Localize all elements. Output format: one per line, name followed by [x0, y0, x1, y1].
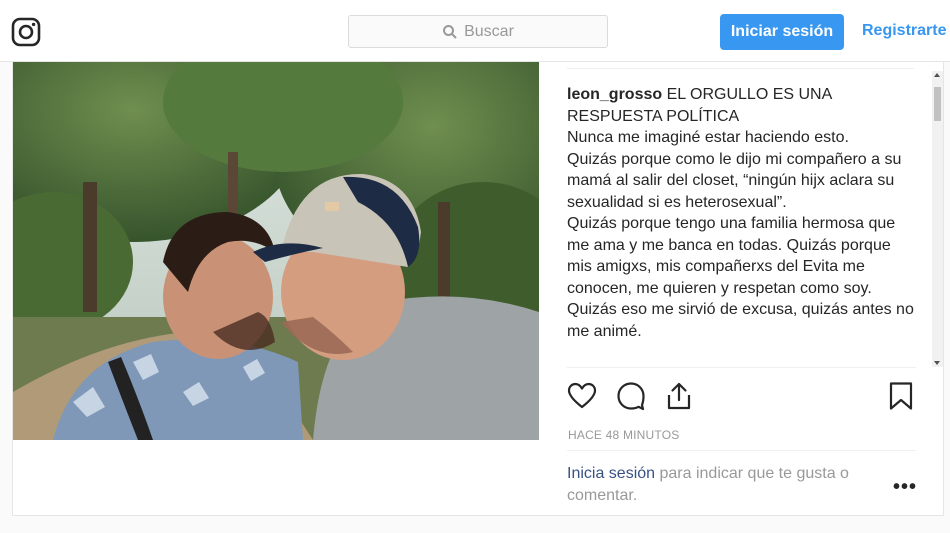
post-photo-image	[13, 62, 539, 440]
search-placeholder: Buscar	[464, 22, 514, 40]
post-card: leon_grosso EL ORGULLO ES UNA RESPUESTA …	[12, 62, 944, 516]
caption-line: Quizás porque como le dijo mi compañero …	[567, 150, 902, 211]
caption-line: Nunca me imaginé estar haciendo esto.	[567, 129, 849, 146]
bookmark-icon[interactable]	[886, 381, 916, 411]
share-icon[interactable]	[664, 381, 694, 411]
scroll-up-arrow-icon[interactable]	[934, 73, 940, 77]
caption-scroll-area[interactable]: leon_grosso EL ORGULLO ES UNA RESPUESTA …	[567, 68, 914, 366]
caption-line: Quizás eso me sirvió de excusa, quizás a…	[567, 301, 914, 340]
post-actions	[567, 367, 916, 422]
heart-icon[interactable]	[567, 381, 597, 411]
scroll-down-arrow-icon[interactable]	[934, 361, 940, 365]
post-photo[interactable]	[13, 62, 539, 440]
search-input[interactable]: Buscar	[348, 15, 608, 48]
caption-title: leon_grosso EL ORGULLO ES UNA RESPUESTA …	[567, 84, 914, 127]
login-prompt: Inicia sesión para indicar que te gusta …	[567, 450, 916, 506]
post-timestamp[interactable]: HACE 48 MINUTOS	[568, 428, 679, 442]
search-icon	[443, 24, 457, 39]
top-navigation-bar: Buscar Iniciar sesión Registrarte	[0, 0, 950, 62]
register-link[interactable]: Registrarte	[862, 22, 946, 40]
instagram-logo-icon[interactable]	[11, 17, 41, 47]
more-options-icon[interactable]: •••	[893, 476, 917, 499]
login-button[interactable]: Iniciar sesión	[720, 14, 844, 50]
scrollbar-thumb[interactable]	[934, 87, 941, 121]
caption-username[interactable]: leon_grosso	[567, 86, 662, 103]
login-prompt-link[interactable]: Inicia sesión	[567, 465, 655, 482]
caption-line: Quizás porque tengo una familia hermosa …	[567, 215, 896, 297]
caption-scrollbar[interactable]	[932, 71, 943, 367]
comment-icon[interactable]	[616, 381, 646, 411]
post-sidebar: leon_grosso EL ORGULLO ES UNA RESPUESTA …	[539, 62, 945, 516]
